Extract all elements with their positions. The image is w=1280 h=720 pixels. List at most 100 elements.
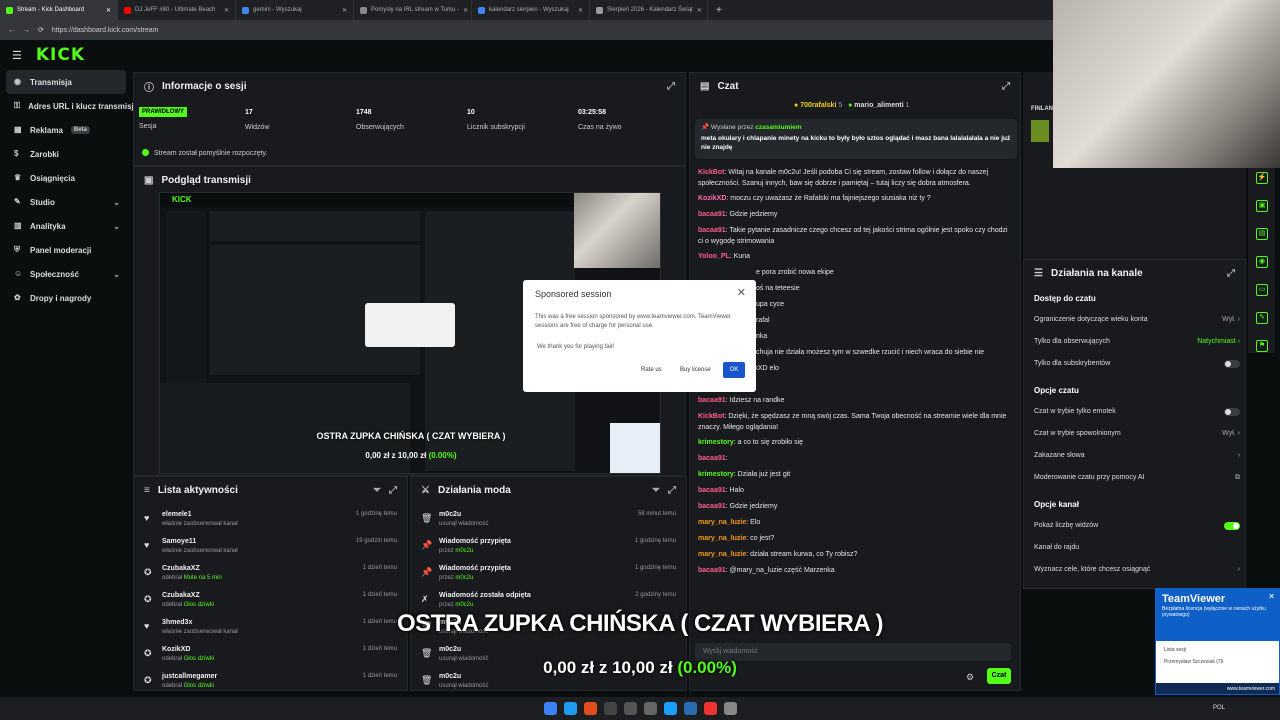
activity-row[interactable]: ✪ KozikXD odebrał Głos dziwki 1 dzień temu [134, 642, 407, 669]
chat-username[interactable]: mary_na_luzie [698, 519, 746, 526]
expand-icon[interactable]: ⤢ [668, 485, 676, 496]
tool-icon[interactable]: ▣ [1256, 200, 1268, 212]
taskbar-app-icon[interactable] [583, 702, 597, 715]
tool-icon[interactable]: ⚡ [1256, 172, 1268, 184]
setting-row[interactable]: Czat w trybie spowolnionym Wył. › [1034, 430, 1240, 437]
taskbar-app-icon[interactable] [603, 702, 617, 715]
activity-row[interactable]: ♥ 3hmed3x właśnie zaobserwował kanał 1 dzie… [134, 615, 407, 642]
forward-icon[interactable]: → [23, 27, 30, 34]
sidebar-item[interactable]: ▥ Analityka ⌄ [0, 214, 132, 238]
chat-message[interactable]: bacaa91: [698, 453, 1010, 464]
pinned-message[interactable]: 📌 Wysłane przez czasamiumiem meta okular… [695, 119, 1017, 159]
taskbar-app-icon[interactable] [683, 702, 697, 715]
settings-icon[interactable]: ⚙ [966, 672, 974, 683]
close-tab-icon[interactable]: ✕ [463, 7, 468, 14]
chat-message[interactable]: upa cyce [756, 299, 1010, 310]
activity-row[interactable]: ✪ justcallmegamer odebrał Głos dziwki 1 dzi… [134, 669, 407, 696]
language-indicator[interactable]: POL [1213, 705, 1225, 711]
chat-message[interactable]: KickBot: Dzięki, że spędzasz ze mną swój… [698, 411, 1010, 433]
activity-row[interactable]: ✪ CzubakaXZ odebrał Mute na 5 min 1 dzień t… [134, 561, 407, 588]
sidebar-item[interactable]: ◉ Transmisja [6, 70, 126, 94]
chat-message[interactable]: KozikXD: moczu czy uważasz że Rafalski m… [698, 193, 1010, 204]
browser-tab[interactable]: Stream - Kick Dashboard ✕ [0, 0, 118, 20]
activity-row[interactable]: ✪ CzubakaXZ odebrał Głos dziwki 1 dzień tem… [134, 588, 407, 615]
activity-row[interactable]: ♥ elemele1 właśnie zaobserwował kanał 1 god… [134, 507, 407, 534]
taskbar-app-icon[interactable] [563, 702, 577, 715]
teamviewer-session-list[interactable]: Lista sesji [1156, 641, 1279, 659]
chat-message[interactable]: bacaa91: @mary_na_luzie część Marzenka [698, 565, 1010, 576]
chat-username[interactable]: bacaa91 [698, 487, 726, 494]
toggle-switch[interactable] [1224, 360, 1240, 368]
filter-icon[interactable]: ⏷ [373, 485, 381, 496]
tool-icon[interactable]: ▤ [1256, 228, 1268, 240]
chat-message[interactable]: bacaa91: Gdzie jedziemy [698, 209, 1010, 220]
chat-message[interactable]: oś na teteesie [756, 283, 1010, 294]
chat-message[interactable]: krimestory: a co to się zrobiło się [698, 437, 1010, 448]
chat-message[interactable]: bacaa91: Halo [698, 485, 1010, 496]
browser-tab[interactable]: DJ JeFF #80 - Ultimate Beach ✕ [118, 0, 236, 20]
expand-icon[interactable]: ⤢ [1002, 81, 1010, 92]
chat-username[interactable]: bacaa91 [698, 567, 726, 574]
browser-tab[interactable]: gemini - Wyszukaj ✕ [236, 0, 354, 20]
setting-row[interactable]: Tylko dla obserwujących Natychmiast › [1034, 338, 1240, 345]
back-icon[interactable]: ← [8, 27, 15, 34]
close-tab-icon[interactable]: ✕ [106, 7, 111, 14]
browser-tab[interactable]: Pomysły na IRL stream w Turku - ✕ [354, 0, 472, 20]
rate-us-link[interactable]: Rate us [641, 367, 662, 373]
taskbar-app-icon[interactable] [663, 702, 677, 715]
taskbar-app-icon[interactable] [623, 702, 637, 715]
tool-icon[interactable]: ◉ [1256, 256, 1268, 268]
chat-message[interactable]: chuja nie działa możesz tym w szwedke rz… [756, 347, 1010, 358]
sidebar-item[interactable]: ✎ Studio ⌄ [0, 190, 132, 214]
chat-message[interactable]: mary_na_luzie: co jest? [698, 533, 1010, 544]
chat-message[interactable]: mary_na_luzie: działa stream kurwa, co T… [698, 549, 1010, 560]
close-tab-icon[interactable]: ✕ [578, 7, 583, 14]
chat-message[interactable]: e pora zrobić nowa ekipe [756, 267, 1010, 278]
chat-username[interactable]: mary_na_luzie [698, 551, 746, 558]
sidebar-item[interactable]: ⛨ Panel moderacji [0, 238, 132, 262]
chat-message[interactable]: Yoloo_PL: Kuna [698, 251, 1010, 262]
expand-icon[interactable]: ⤢ [1227, 268, 1235, 279]
hamburger-icon[interactable]: ☰ [12, 49, 22, 62]
ok-button[interactable]: OK [723, 362, 745, 378]
setting-row[interactable]: Kanał do rajdu [1034, 544, 1234, 551]
close-tab-icon[interactable]: ✕ [697, 7, 702, 14]
chat-username[interactable]: bacaa91 [698, 211, 726, 218]
setting-row[interactable]: Zakazane słowa › [1034, 452, 1240, 459]
chat-message[interactable]: bacaa91: Gdzie jedziemy [698, 501, 1010, 512]
sidebar-item[interactable]: ☺ Społeczność ⌄ [0, 262, 132, 286]
chat-message[interactable]: mary_na_luzie: Elo [698, 517, 1010, 528]
new-tab-button[interactable]: + [708, 5, 730, 16]
reload-icon[interactable]: ⟳ [38, 26, 44, 34]
chat-message[interactable]: bacaa91: Takie pytanie zasadnicze czego … [698, 225, 1010, 247]
setting-row[interactable]: Czat w trybie tylko emotek [1034, 408, 1240, 416]
chat-message[interactable]: nka [756, 331, 1010, 342]
chat-message[interactable]: KickBot: Witaj na kanale m0c2u! Jeśli po… [698, 167, 1010, 189]
tool-icon[interactable]: ▭ [1256, 284, 1268, 296]
chat-username[interactable]: KozikXD [698, 195, 726, 202]
chat-username[interactable]: Yoloo_PL [698, 253, 730, 260]
browser-tab[interactable]: Sierpień 2026 - Kalendarz Świąt ✕ [590, 0, 708, 20]
chat-username[interactable]: KickBot [698, 169, 724, 176]
mod-action-row[interactable]: 📌 Wiadomość przypięta przez m0c2u 1 godzinę… [411, 534, 686, 561]
tool-icon[interactable]: ✎ [1256, 312, 1268, 324]
kick-logo[interactable]: KICK [36, 45, 85, 65]
browser-tab[interactable]: kalendarz sierpien - Wyszukaj ✕ [472, 0, 590, 20]
chat-message[interactable]: bacaa91: Idziesz na randke [698, 395, 1010, 406]
close-tab-icon[interactable]: ✕ [342, 7, 347, 14]
sidebar-item[interactable]: ⚿ Adres URL i klucz transmisji [0, 94, 136, 118]
taskbar-app-icon[interactable] [723, 702, 737, 715]
taskbar-app-icon[interactable] [643, 702, 657, 715]
toggle-switch[interactable] [1224, 522, 1240, 530]
chat-username[interactable]: mary_na_luzie [698, 535, 746, 542]
chat-username[interactable]: krimestory [698, 471, 734, 478]
sidebar-item[interactable]: $ Zarobki [0, 142, 132, 166]
buy-license-link[interactable]: Buy license [680, 367, 711, 373]
setting-row[interactable]: Pokaż liczbę widzów [1034, 522, 1240, 530]
chat-username[interactable]: bacaa91 [698, 397, 726, 404]
close-icon[interactable]: ✕ [1268, 592, 1275, 601]
sidebar-item[interactable]: ♛ Osiągnięcia [0, 166, 132, 190]
chat-username[interactable]: bacaa91 [698, 227, 726, 234]
setting-row[interactable]: Ograniczenie dotyczące wieku konta Wył. › [1034, 316, 1240, 323]
chat-message[interactable]: krimestory: Działa już jest git [698, 469, 1010, 480]
